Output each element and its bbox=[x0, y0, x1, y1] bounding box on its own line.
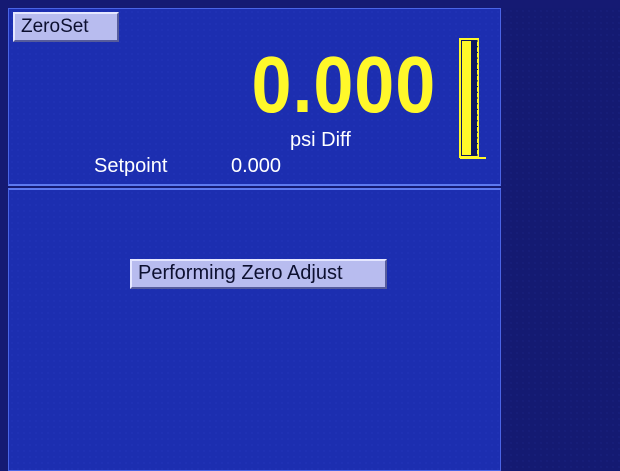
pressure-reading: 0.000 bbox=[251, 40, 436, 129]
bar-gauge bbox=[459, 38, 486, 159]
units-label: psi Diff bbox=[290, 129, 351, 151]
softkey-area bbox=[502, 8, 620, 471]
setpoint-value[interactable]: 0.000 bbox=[231, 154, 281, 178]
status-panel bbox=[8, 188, 501, 471]
instrument-screen: ZeroSet 0.000 psi Diff Setpoint 0.000 Pe… bbox=[0, 0, 620, 471]
bar-gauge-fill bbox=[462, 41, 471, 155]
zero-adjust-status: Performing Zero Adjust bbox=[130, 259, 387, 289]
setpoint-label: Setpoint bbox=[94, 155, 168, 177]
zeroset-mode-tab[interactable]: ZeroSet bbox=[13, 12, 119, 42]
